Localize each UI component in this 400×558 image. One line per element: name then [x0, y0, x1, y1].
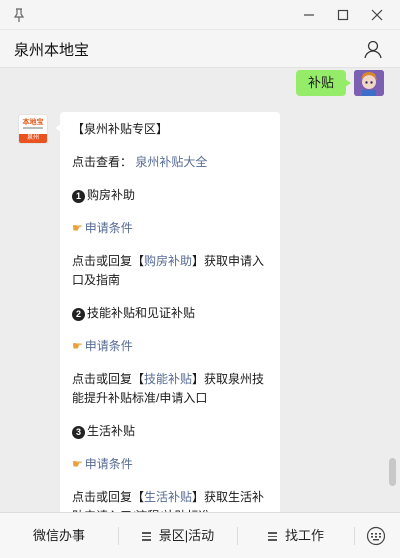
desc-prefix: 点击或回复【: [72, 254, 145, 268]
minimize-icon[interactable]: [298, 5, 320, 25]
bottom-menu: 微信办事 景区|活动 找工作: [0, 512, 400, 558]
section-title: 1 购房补助: [72, 186, 268, 205]
menu-item-label: 找工作: [284, 528, 324, 543]
keyword-link[interactable]: 购房补助: [144, 254, 192, 268]
section-title-text: 购房补助: [87, 188, 136, 202]
chat-scrollbar[interactable]: [389, 458, 396, 486]
menu-item-label: 微信办事: [32, 528, 85, 543]
section-title-text: 生活补贴: [87, 424, 136, 438]
subsidy-list-link[interactable]: 泉州补贴大全: [135, 155, 207, 169]
condition-line: ☛ 申请条件: [72, 337, 268, 356]
section-desc: 点击或回复【生活补贴】获取生活补贴申请入口/流程/补贴标准: [72, 488, 268, 512]
section-desc: 点击或回复【购房补助】获取申请入口及指南: [72, 252, 268, 290]
pin-icon[interactable]: [10, 6, 28, 24]
chat-area[interactable]: 补贴 本地宝 泉州 【泉州补贴专区】 点击查看： 泉州补贴大全 1 购房补助 ☛…: [0, 68, 400, 512]
official-account-avatar[interactable]: 本地宝 泉州: [18, 114, 48, 144]
user-avatar[interactable]: [354, 70, 384, 96]
condition-line: ☛ 申请条件: [72, 455, 268, 474]
desc-prefix: 点击或回复【: [72, 372, 145, 386]
section-title: 3 生活补贴: [72, 422, 268, 441]
intro-prefix: 点击查看：: [72, 155, 133, 169]
menu-item-wechat-services[interactable]: 微信办事: [0, 513, 118, 558]
condition-link[interactable]: 申请条件: [85, 457, 133, 471]
condition-link[interactable]: 申请条件: [85, 339, 133, 353]
desc-prefix: 点击或回复【: [72, 490, 145, 504]
pointing-hand-icon: ☛: [72, 457, 83, 471]
maximize-icon[interactable]: [332, 5, 354, 25]
menu-divider: [354, 527, 355, 545]
section-title: 2 技能补贴和见证补贴: [72, 304, 268, 323]
menu-item-label: 景区|活动: [158, 528, 215, 543]
profile-icon[interactable]: [362, 38, 384, 60]
outgoing-message: 补贴: [264, 70, 384, 96]
keyword-link[interactable]: 生活补贴: [144, 490, 192, 504]
number-badge: 2: [72, 308, 85, 321]
section-title-text: 技能补贴和见证补贴: [87, 306, 196, 320]
number-badge: 3: [72, 426, 85, 439]
incoming-bubble: 【泉州补贴专区】 点击查看： 泉州补贴大全 1 购房补助 ☛ 申请条件 点击或回复【…: [55, 112, 280, 512]
window-titlebar: [0, 0, 400, 30]
menu-item-find-job[interactable]: 找工作: [238, 513, 354, 558]
number-badge: 1: [72, 190, 85, 203]
condition-line: ☛ 申请条件: [72, 219, 268, 238]
menu-item-scenic-events[interactable]: 景区|活动: [119, 513, 237, 558]
condition-link[interactable]: 申请条件: [85, 221, 133, 235]
menu-lines-icon: [141, 530, 151, 543]
intro-line: 点击查看： 泉州补贴大全: [72, 153, 268, 172]
outgoing-bubble[interactable]: 补贴: [295, 70, 352, 96]
menu-lines-icon: [267, 530, 277, 543]
keyboard-icon[interactable]: [366, 526, 386, 546]
chat-title: 泉州本地宝: [14, 42, 90, 59]
pointing-hand-icon: ☛: [72, 221, 83, 235]
close-icon[interactable]: [366, 5, 388, 25]
avatar-logo-divider: [23, 127, 43, 129]
keyword-link[interactable]: 技能补贴: [144, 372, 192, 386]
chat-header: 泉州本地宝: [0, 30, 400, 68]
message-heading: 【泉州补贴专区】: [72, 122, 169, 136]
section-desc: 点击或回复【技能补贴】获取泉州技能提升补贴标准/申请入口: [72, 370, 268, 408]
avatar-city-band: 泉州: [19, 134, 47, 143]
avatar-logo-text: 本地宝: [22, 119, 44, 126]
pointing-hand-icon: ☛: [72, 339, 83, 353]
